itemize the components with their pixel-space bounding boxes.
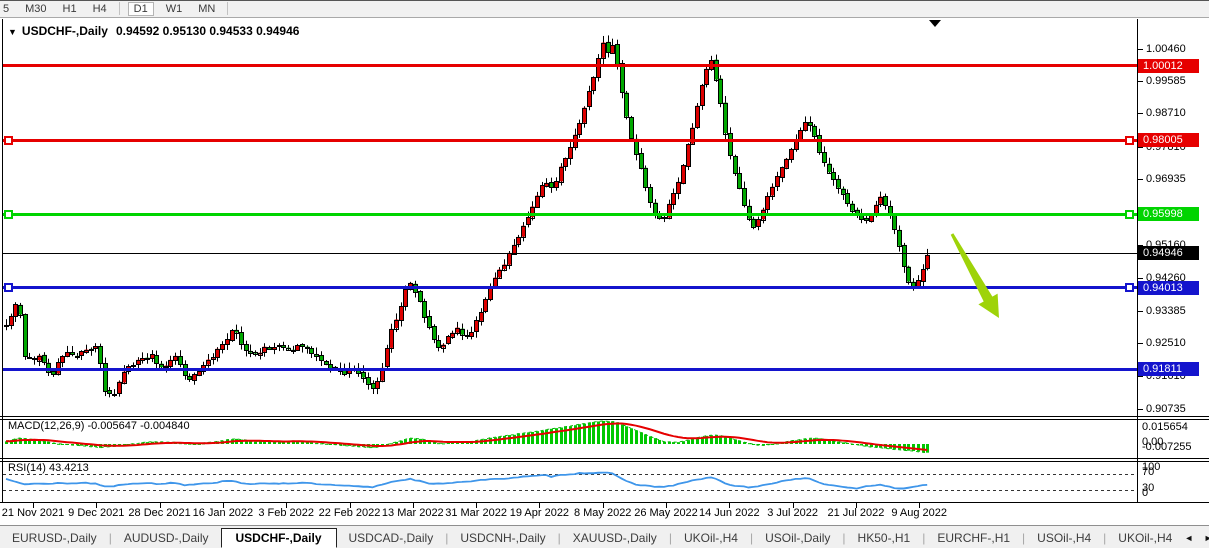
timeframe-button-m30[interactable]: M30 <box>25 3 46 15</box>
price-badge: 0.94946 <box>1138 246 1199 260</box>
symbol-dropdown-icon[interactable]: ▼ <box>8 27 17 37</box>
timeframe-toolbar: 5 M30 H1 H4 D1 W1 MN <box>0 0 1209 18</box>
date-label: 9 Aug 2022 <box>891 507 947 519</box>
rsi-indicator[interactable] <box>3 462 1137 502</box>
price-axis-tick <box>1137 409 1143 410</box>
panel-separator[interactable] <box>0 458 1209 459</box>
line-handle-right[interactable] <box>1125 136 1134 145</box>
price-axis-label: 0.99585 <box>1146 75 1186 88</box>
macd-axis-label: 0.015654 <box>1142 421 1188 433</box>
date-label: 3 Feb 2022 <box>258 507 314 519</box>
date-label: 26 May 2022 <box>634 507 698 519</box>
price-axis-label: 0.92510 <box>1146 337 1186 350</box>
macd-label: MACD(12,26,9) -0.005647 -0.004840 <box>8 420 190 432</box>
price-axis-tick <box>1137 376 1143 377</box>
tab-usdcad-daily[interactable]: USDCAD-,Daily <box>337 528 446 548</box>
price-axis-label: 0.98710 <box>1146 107 1186 120</box>
price-axis-tick <box>1137 311 1143 312</box>
hline-0.98005[interactable] <box>3 139 1137 142</box>
price-axis-tick <box>1137 278 1143 279</box>
line-handle-left[interactable] <box>4 283 13 292</box>
price-badge: 0.98005 <box>1138 133 1199 147</box>
tab-usoil-h4[interactable]: USOil-,H4 <box>1025 528 1103 548</box>
panel-separator[interactable] <box>0 416 1209 417</box>
date-label: 9 Dec 2021 <box>68 507 124 519</box>
timeframe-button-d1[interactable]: D1 <box>128 2 154 16</box>
line-handle-right[interactable] <box>1125 283 1134 292</box>
price-axis-tick <box>1137 81 1143 82</box>
price-badge: 1.00012 <box>1138 59 1199 73</box>
date-label: 16 Jan 2022 <box>193 507 254 519</box>
tab-ukoil-h4[interactable]: UKOil-,H4 <box>672 528 750 548</box>
price-badge: 0.91811 <box>1138 362 1199 376</box>
mt4-terminal: 5 M30 H1 H4 D1 W1 MN ▼ USDCHF-,Daily 0.94592 0.9… <box>0 0 1209 548</box>
date-label: 3 Jul 2022 <box>767 507 818 519</box>
timeframe-button-w1[interactable]: W1 <box>166 3 183 15</box>
date-label: 28 Dec 2021 <box>128 507 190 519</box>
hline-0.91811[interactable] <box>3 368 1137 371</box>
chart-shift-marker[interactable] <box>929 20 941 27</box>
chart-title: ▼ USDCHF-,Daily 0.94592 0.95130 0.94533 0.… <box>8 24 299 38</box>
rsi-axis-label: 70 <box>1142 466 1154 478</box>
date-label: 21 Jul 2022 <box>827 507 884 519</box>
chart-bottom-border <box>0 502 1209 503</box>
date-label: 19 Apr 2022 <box>510 507 569 519</box>
tab-usdcnh-daily[interactable]: USDCNH-,Daily <box>448 528 557 548</box>
tab-eurchf-h1[interactable]: EURCHF-,H1 <box>925 528 1022 548</box>
tab-usoil-daily[interactable]: USOil-,Daily <box>753 528 842 548</box>
price-badge: 0.94013 <box>1138 281 1199 295</box>
chart-ohlc-values: 0.94592 0.95130 0.94533 0.94946 <box>116 24 300 38</box>
tab-eurusd-daily[interactable]: EURUSD-,Daily <box>0 528 109 548</box>
date-label: 8 May 2022 <box>574 507 631 519</box>
price-axis-label: 1.00460 <box>1146 43 1186 56</box>
price-axis-label: 0.90735 <box>1146 403 1186 416</box>
timeframe-button-mn[interactable]: MN <box>198 3 215 15</box>
price-chart[interactable] <box>3 19 1137 416</box>
tab-xauusd-daily[interactable]: XAUUSD-,Daily <box>561 528 669 548</box>
trend-arrow-annotation[interactable] <box>940 225 1010 325</box>
price-axis-tick <box>1137 343 1143 344</box>
tab-usdchf-daily[interactable]: USDCHF-,Daily <box>221 528 337 548</box>
price-axis-label: 0.96935 <box>1146 173 1186 186</box>
price-axis-tick <box>1137 49 1143 50</box>
line-handle-right[interactable] <box>1125 210 1134 219</box>
tab-ukoil-h4[interactable]: UKOil-,H4 <box>1106 528 1184 548</box>
tab-hk50-h1[interactable]: HK50-,H1 <box>846 528 923 548</box>
price-axis-tick <box>1137 179 1143 180</box>
price-axis-label: 0.93385 <box>1146 305 1186 318</box>
macd-axis-label: -0.007255 <box>1142 441 1192 453</box>
timeframe-button-h1[interactable]: H1 <box>63 3 77 15</box>
chart-symbol-label: USDCHF-,Daily <box>22 24 108 38</box>
rsi-axis-label: 0 <box>1142 487 1148 499</box>
date-label: 31 Mar 2022 <box>445 507 507 519</box>
rsi-label: RSI(14) 43.4213 <box>8 462 89 474</box>
toolbar-separator <box>119 2 120 15</box>
date-label: 22 Feb 2022 <box>319 507 381 519</box>
price-axis-line <box>1137 19 1138 502</box>
hline-1.00012[interactable] <box>3 64 1137 67</box>
date-label: 21 Nov 2021 <box>2 507 64 519</box>
timeframe-button-h4[interactable]: H4 <box>93 3 107 15</box>
tab-audusd-daily[interactable]: AUDUSD-,Daily <box>112 528 221 548</box>
symbol-tab-bar: EURUSD-,Daily|AUDUSD-,DailyUSDCHF-,Daily… <box>0 525 1209 548</box>
tab-scroll-arrows[interactable]: ◄ ► <box>1184 533 1209 543</box>
price-badge: 0.95998 <box>1138 207 1199 221</box>
hline-0.95998[interactable] <box>3 213 1137 216</box>
line-handle-left[interactable] <box>4 136 13 145</box>
timeframe-button-5[interactable]: 5 <box>3 3 9 15</box>
price-axis-tick <box>1137 113 1143 114</box>
toolbar-separator <box>227 2 228 15</box>
date-label: 14 Jun 2022 <box>699 507 760 519</box>
line-handle-left[interactable] <box>4 210 13 219</box>
chart-window-top-border <box>0 0 1209 1</box>
date-label: 13 Mar 2022 <box>382 507 444 519</box>
